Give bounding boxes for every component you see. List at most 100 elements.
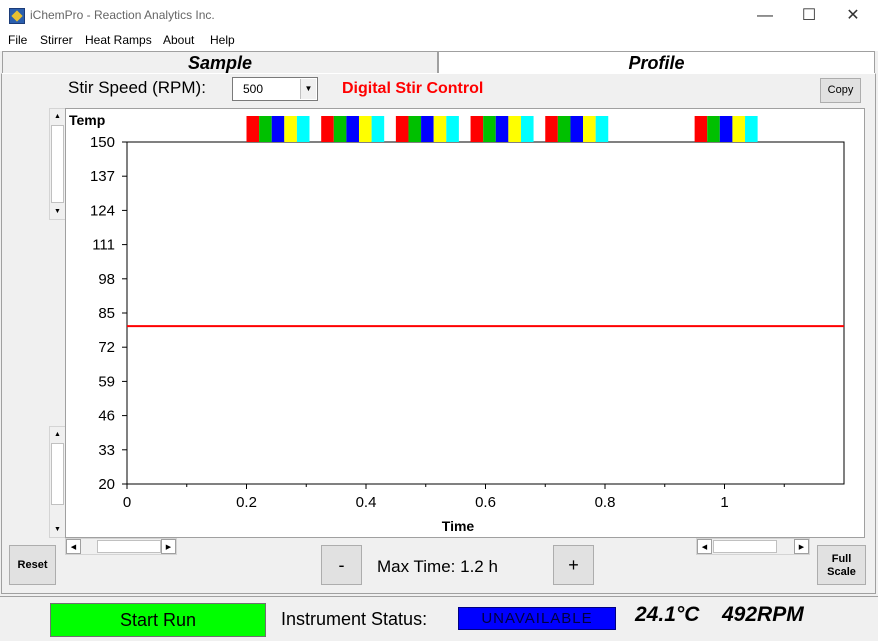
temperature-readout: 24.1°C — [635, 603, 700, 626]
menu-help[interactable]: Help — [210, 33, 235, 47]
tab-sample[interactable]: Sample — [2, 51, 438, 73]
scroll-thumb[interactable] — [51, 443, 64, 505]
color-strip-segment — [520, 116, 534, 142]
y-tick-label: 72 — [98, 339, 115, 356]
menu-bar: File Stirrer Heat Ramps About Help — [0, 31, 878, 51]
instrument-status-label: Instrument Status: — [281, 609, 428, 629]
start-run-button[interactable]: Start Run — [50, 603, 266, 637]
color-strip-segment — [284, 116, 297, 142]
color-strip-segment — [557, 116, 571, 142]
stir-speed-value: 500 — [243, 82, 264, 96]
plot-area — [126, 141, 845, 485]
scroll-down-icon[interactable]: ▼ — [50, 522, 65, 537]
reset-button[interactable]: Reset — [9, 545, 56, 585]
color-strip-segment — [395, 116, 409, 142]
y-tick-label: 85 — [98, 305, 115, 322]
title-bar: iChemPro - Reaction Analytics Inc. — ☐ ✕ — [0, 0, 878, 31]
y-tick-label: 137 — [90, 168, 115, 185]
x-tick-label: 1 — [720, 494, 728, 511]
full-scale-label-line1: Full — [831, 553, 852, 565]
full-scale-button[interactable]: Full Scale — [817, 545, 866, 585]
minimize-button[interactable]: — — [742, 0, 788, 31]
color-strip-segment — [545, 116, 558, 142]
scroll-down-icon[interactable]: ▼ — [50, 204, 65, 219]
color-strip-segment — [470, 116, 484, 142]
x-tick-label: 0.2 — [236, 494, 257, 511]
scroll-right-icon[interactable]: ▶ — [794, 539, 809, 554]
y-tick-label: 150 — [90, 134, 115, 151]
menu-stirrer[interactable]: Stirrer — [40, 33, 73, 47]
color-strip-segment — [358, 116, 372, 142]
color-strip-segment — [446, 116, 459, 142]
scroll-thumb[interactable] — [51, 125, 64, 203]
digital-stir-control-label: Digital Stir Control — [342, 80, 484, 97]
color-strip-segment — [732, 116, 746, 142]
chart-canvas: Temp 150 137 124 111 98 85 72 59 46 33 20 0 0.2 0.4 0.6… — [69, 112, 845, 534]
scroll-right-icon[interactable]: ▶ — [161, 539, 176, 554]
y-tick-label: 124 — [90, 202, 115, 219]
scroll-left-icon[interactable]: ◀ — [66, 539, 81, 554]
color-strip-segment — [595, 116, 609, 142]
y-tick-label: 46 — [98, 408, 115, 425]
x-tick-label: 0.6 — [475, 494, 496, 511]
color-strip-segment — [694, 116, 708, 142]
color-strip-segment — [333, 116, 347, 142]
color-strip-segment — [421, 116, 434, 142]
color-strip-segment — [371, 116, 385, 142]
color-strip-segment — [433, 116, 447, 142]
menu-about[interactable]: About — [163, 33, 194, 47]
color-strip-segment — [508, 116, 521, 142]
upper-vertical-scrollbar[interactable]: ▲ ▼ — [49, 108, 66, 220]
increase-time-button[interactable]: + — [553, 545, 594, 585]
color-strip-segment — [495, 116, 509, 142]
app-icon — [9, 8, 25, 24]
y-tick-label: 33 — [98, 442, 115, 459]
decrease-time-button[interactable]: - — [321, 545, 362, 585]
y-tick-label: 59 — [98, 373, 115, 390]
left-horizontal-scrollbar[interactable]: ◀ ▶ — [65, 538, 177, 555]
scroll-thumb[interactable] — [97, 540, 161, 553]
x-tick-label: 0.8 — [595, 494, 616, 511]
right-horizontal-scrollbar[interactable]: ◀ ▶ — [696, 538, 810, 555]
temperature-profile-chart: Temp 150 137 124 111 98 85 72 59 46 33 20 0 0.2 0.4 0.6… — [65, 108, 865, 538]
menu-heat-ramps[interactable]: Heat Ramps — [85, 33, 152, 47]
tab-profile[interactable]: Profile — [438, 51, 875, 73]
color-strip-segment — [296, 116, 310, 142]
chevron-down-icon[interactable]: ▼ — [300, 79, 316, 99]
stir-speed-label: Stir Speed (RPM): — [68, 78, 206, 97]
color-strip-segment — [719, 116, 733, 142]
color-strip-segment — [246, 116, 260, 142]
menu-file[interactable]: File — [8, 33, 27, 47]
y-axis-label: Temp — [69, 112, 105, 128]
x-tick-label: 0.4 — [356, 494, 377, 511]
scroll-up-icon[interactable]: ▲ — [50, 109, 65, 124]
lower-vertical-scrollbar[interactable]: ▲ ▼ — [49, 426, 66, 538]
copy-button[interactable]: Copy — [820, 78, 861, 103]
color-strip-segment — [483, 116, 496, 142]
y-tick-label: 98 — [98, 271, 115, 288]
scroll-left-icon[interactable]: ◀ — [697, 539, 712, 554]
scroll-thumb[interactable] — [713, 540, 777, 553]
max-time-label: Max Time: 1.2 h — [377, 557, 498, 576]
y-tick-label: 20 — [98, 476, 115, 493]
color-strip-segment — [321, 116, 334, 142]
color-strip-segment — [271, 116, 285, 142]
close-button[interactable]: ✕ — [830, 0, 876, 31]
x-tick-label: 0 — [123, 494, 131, 511]
rpm-readout: 492RPM — [722, 603, 804, 626]
color-strip-segment — [259, 116, 272, 142]
color-strip-segment — [570, 116, 584, 142]
color-strip-segment — [707, 116, 720, 142]
color-strip-segment — [346, 116, 359, 142]
stir-speed-select[interactable]: 500 ▼ — [232, 77, 318, 101]
y-tick-label: 111 — [92, 237, 115, 254]
x-axis-label: Time — [442, 518, 475, 534]
color-strip-segment — [745, 116, 758, 142]
color-strip-segment — [583, 116, 596, 142]
scroll-up-icon[interactable]: ▲ — [50, 427, 65, 442]
window-title: iChemPro - Reaction Analytics Inc. — [30, 8, 215, 22]
maximize-button[interactable]: ☐ — [786, 0, 832, 31]
instrument-status-badge: UNAVAILABLE — [458, 607, 616, 630]
full-scale-label-line2: Scale — [827, 566, 856, 578]
color-strip-segment — [408, 116, 422, 142]
